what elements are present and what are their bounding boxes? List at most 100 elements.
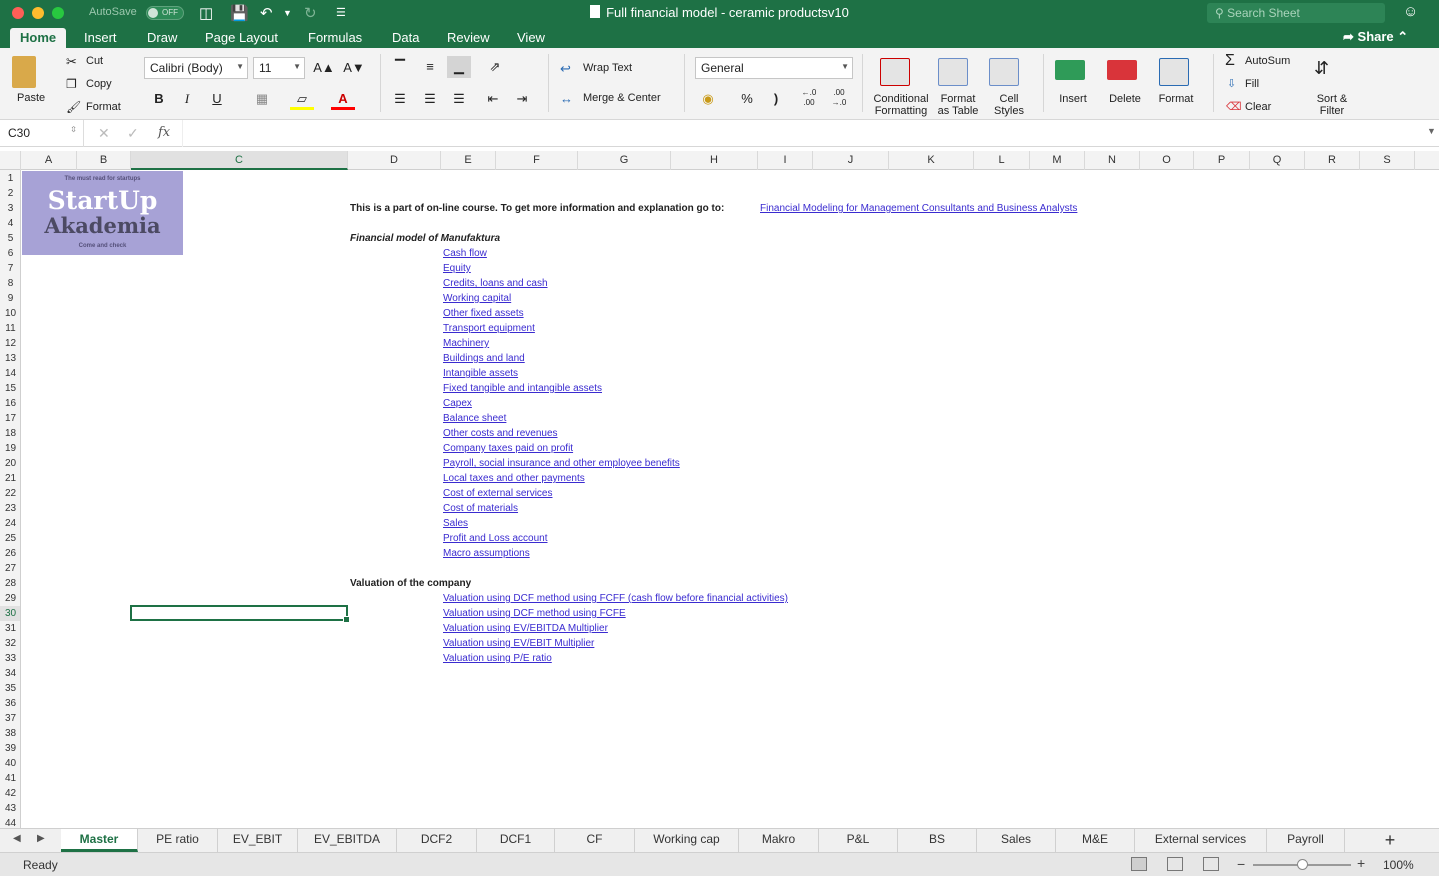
select-all-corner[interactable] (0, 151, 21, 170)
tab-draw[interactable]: Draw (147, 28, 177, 48)
next-sheet-icon[interactable]: ▶ (37, 833, 45, 844)
row-header[interactable]: 11 (0, 321, 20, 336)
fill-color-icon[interactable]: ▱ (290, 88, 314, 110)
row-header[interactable]: 13 (0, 351, 20, 366)
course-link[interactable]: Financial Modeling for Management Consul… (760, 201, 1077, 216)
valuation-link[interactable]: Valuation using DCF method using FCFE (443, 606, 626, 621)
model-link[interactable]: Credits, loans and cash (443, 276, 548, 291)
format-painter-icon[interactable]: 🖌 (66, 100, 81, 114)
search-sheet-input[interactable]: ⚲ Search Sheet (1207, 3, 1385, 23)
row-header[interactable]: 12 (0, 336, 20, 351)
row-header[interactable]: 32 (0, 636, 20, 651)
row-header[interactable]: 31 (0, 621, 20, 636)
increase-indent-icon[interactable]: ⇥ (510, 88, 534, 110)
startup-akademia-logo[interactable]: The must read for startups StartUp Akade… (22, 171, 183, 255)
row-header[interactable]: 40 (0, 756, 20, 771)
model-link[interactable]: Company taxes paid on profit (443, 441, 573, 456)
column-header[interactable]: B (77, 151, 131, 170)
align-top-icon[interactable]: ▔ (388, 56, 412, 78)
row-header[interactable]: 6 (0, 246, 20, 261)
row-header[interactable]: 44 (0, 816, 20, 828)
tab-home[interactable]: Home (10, 28, 67, 48)
delete-cells-label[interactable]: Delete (1105, 93, 1145, 105)
sheet-tab[interactable]: BS (898, 829, 977, 852)
wrap-text-icon[interactable]: ↩ (560, 61, 571, 77)
format-as-table-icon[interactable] (938, 58, 968, 86)
row-header[interactable]: 16 (0, 396, 20, 411)
orientation-icon[interactable]: ⇗ (483, 56, 507, 78)
row-header[interactable]: 9 (0, 291, 20, 306)
column-header[interactable]: Q (1250, 151, 1305, 170)
sort-filter-icon[interactable]: ⇵ (1314, 58, 1329, 79)
model-link[interactable]: Local taxes and other payments (443, 471, 585, 486)
row-header[interactable]: 3 (0, 201, 20, 216)
tab-insert[interactable]: Insert (84, 28, 117, 48)
model-link[interactable]: Working capital (443, 291, 511, 306)
row-header[interactable]: 43 (0, 801, 20, 816)
tab-view[interactable]: View (517, 28, 545, 48)
fill-icon[interactable]: ⇩ (1227, 77, 1236, 90)
column-header[interactable]: A (21, 151, 77, 170)
model-link[interactable]: Payroll, social insurance and other empl… (443, 456, 680, 471)
row-header[interactable]: 14 (0, 366, 20, 381)
enter-icon[interactable]: ✓ (127, 125, 139, 142)
column-header[interactable]: D (348, 151, 441, 170)
row-header[interactable]: 36 (0, 696, 20, 711)
row-header[interactable]: 10 (0, 306, 20, 321)
italic-button[interactable]: I (175, 88, 199, 110)
column-header[interactable]: M (1030, 151, 1085, 170)
valuation-link[interactable]: Valuation using DCF method using FCFF (c… (443, 591, 788, 606)
model-link[interactable]: Other costs and revenues (443, 426, 558, 441)
feedback-smiley-icon[interactable]: ☺ (1403, 3, 1418, 20)
model-link[interactable]: Buildings and land (443, 351, 525, 366)
tab-page-layout[interactable]: Page Layout (205, 28, 278, 48)
model-link[interactable]: Sales (443, 516, 468, 531)
row-header[interactable]: 22 (0, 486, 20, 501)
row-header[interactable]: 25 (0, 531, 20, 546)
model-link[interactable]: Fixed tangible and intangible assets (443, 381, 602, 396)
tab-data[interactable]: Data (392, 28, 419, 48)
sheet-tab[interactable]: EV_EBIT (218, 829, 298, 852)
row-header[interactable]: 21 (0, 471, 20, 486)
row-header[interactable]: 39 (0, 741, 20, 756)
row-header[interactable]: 7 (0, 261, 20, 276)
autosum-icon[interactable]: Σ (1225, 52, 1235, 70)
column-header[interactable]: G (578, 151, 671, 170)
row-header[interactable]: 1 (0, 171, 20, 186)
valuation-link[interactable]: Valuation using P/E ratio (443, 651, 552, 666)
paste-icon[interactable] (12, 56, 36, 88)
sheet-tab[interactable]: EV_EBITDA (298, 829, 397, 852)
sheet-tab[interactable]: PE ratio (138, 829, 218, 852)
decrease-font-icon[interactable]: A▼ (342, 57, 366, 79)
zoom-in-icon[interactable]: + (1357, 855, 1365, 871)
percent-style-button[interactable]: % (735, 88, 759, 110)
share-button[interactable]: ➦ Share ⌃ (1343, 29, 1408, 45)
row-header[interactable]: 38 (0, 726, 20, 741)
column-header[interactable]: S (1360, 151, 1415, 170)
model-link[interactable]: Balance sheet (443, 411, 506, 426)
format-cells-label[interactable]: Format (1156, 93, 1196, 105)
align-middle-icon[interactable]: ≡ (418, 56, 442, 78)
sheet-tab[interactable]: Working cap (635, 829, 739, 852)
font-color-icon[interactable]: A (331, 88, 355, 110)
row-header[interactable]: 17 (0, 411, 20, 426)
model-link[interactable]: Equity (443, 261, 471, 276)
insert-cells-label[interactable]: Insert (1053, 93, 1093, 105)
row-header[interactable]: 18 (0, 426, 20, 441)
increase-decimal-icon[interactable]: ←.0.00 (797, 88, 821, 110)
row-header[interactable]: 26 (0, 546, 20, 561)
row-header[interactable]: 8 (0, 276, 20, 291)
row-header[interactable]: 33 (0, 651, 20, 666)
tab-formulas[interactable]: Formulas (308, 28, 362, 48)
column-header[interactable]: R (1305, 151, 1360, 170)
align-bottom-icon[interactable]: ▁ (447, 56, 471, 78)
decrease-indent-icon[interactable]: ⇤ (481, 88, 505, 110)
row-header[interactable]: 41 (0, 771, 20, 786)
worksheet-grid[interactable]: The must read for startups StartUp Akade… (21, 170, 1439, 828)
zoom-out-icon[interactable]: − (1237, 856, 1245, 872)
normal-view-icon[interactable] (1131, 857, 1147, 871)
model-link[interactable]: Cost of materials (443, 501, 518, 516)
autosum-button[interactable]: AutoSum (1245, 55, 1290, 67)
row-header[interactable]: 29 (0, 591, 20, 606)
row-header[interactable]: 20 (0, 456, 20, 471)
